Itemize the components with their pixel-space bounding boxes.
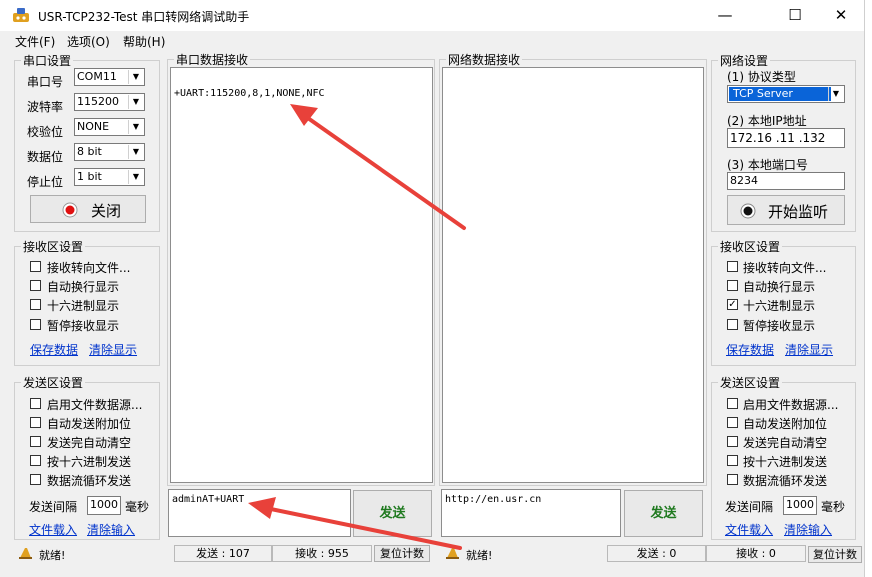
arrow-icon xyxy=(290,104,466,230)
arrow-icon xyxy=(248,497,462,550)
annotation-arrows xyxy=(248,104,466,550)
